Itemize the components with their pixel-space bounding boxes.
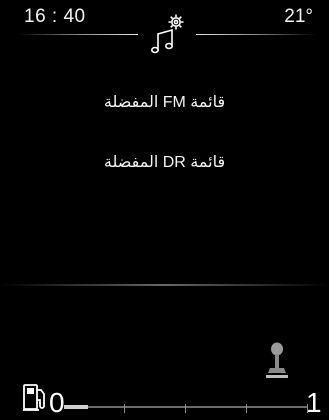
fuel-empty-label: 0	[49, 387, 65, 418]
header-line-left	[18, 34, 138, 35]
menu-item-dr-favorites[interactable]: قائمة DR المفضلة	[40, 142, 289, 182]
fuel-full-label: 1	[306, 387, 322, 418]
fuel-tick	[124, 404, 125, 413]
menu-item-fm-favorites[interactable]: قائمة FM المفضلة	[40, 82, 289, 122]
bottom-divider	[0, 284, 329, 286]
fuel-track	[64, 406, 308, 408]
fuel-level-bar	[64, 398, 308, 414]
fuel-fill	[64, 405, 88, 409]
fuel-tick	[246, 404, 247, 413]
fuel-tick	[307, 404, 308, 413]
clock: 16 : 40	[24, 6, 86, 27]
infotainment-screen: 16 : 40 21° قائمة FM المفضلة قائمة DR ال…	[0, 0, 329, 420]
header-line-right	[196, 34, 316, 35]
gear-shift-icon	[266, 342, 288, 378]
fuel-tick	[185, 404, 186, 413]
fuel-pump-icon	[23, 384, 45, 411]
outside-temperature: 21°	[284, 6, 313, 27]
music-settings-icon	[151, 14, 184, 54]
